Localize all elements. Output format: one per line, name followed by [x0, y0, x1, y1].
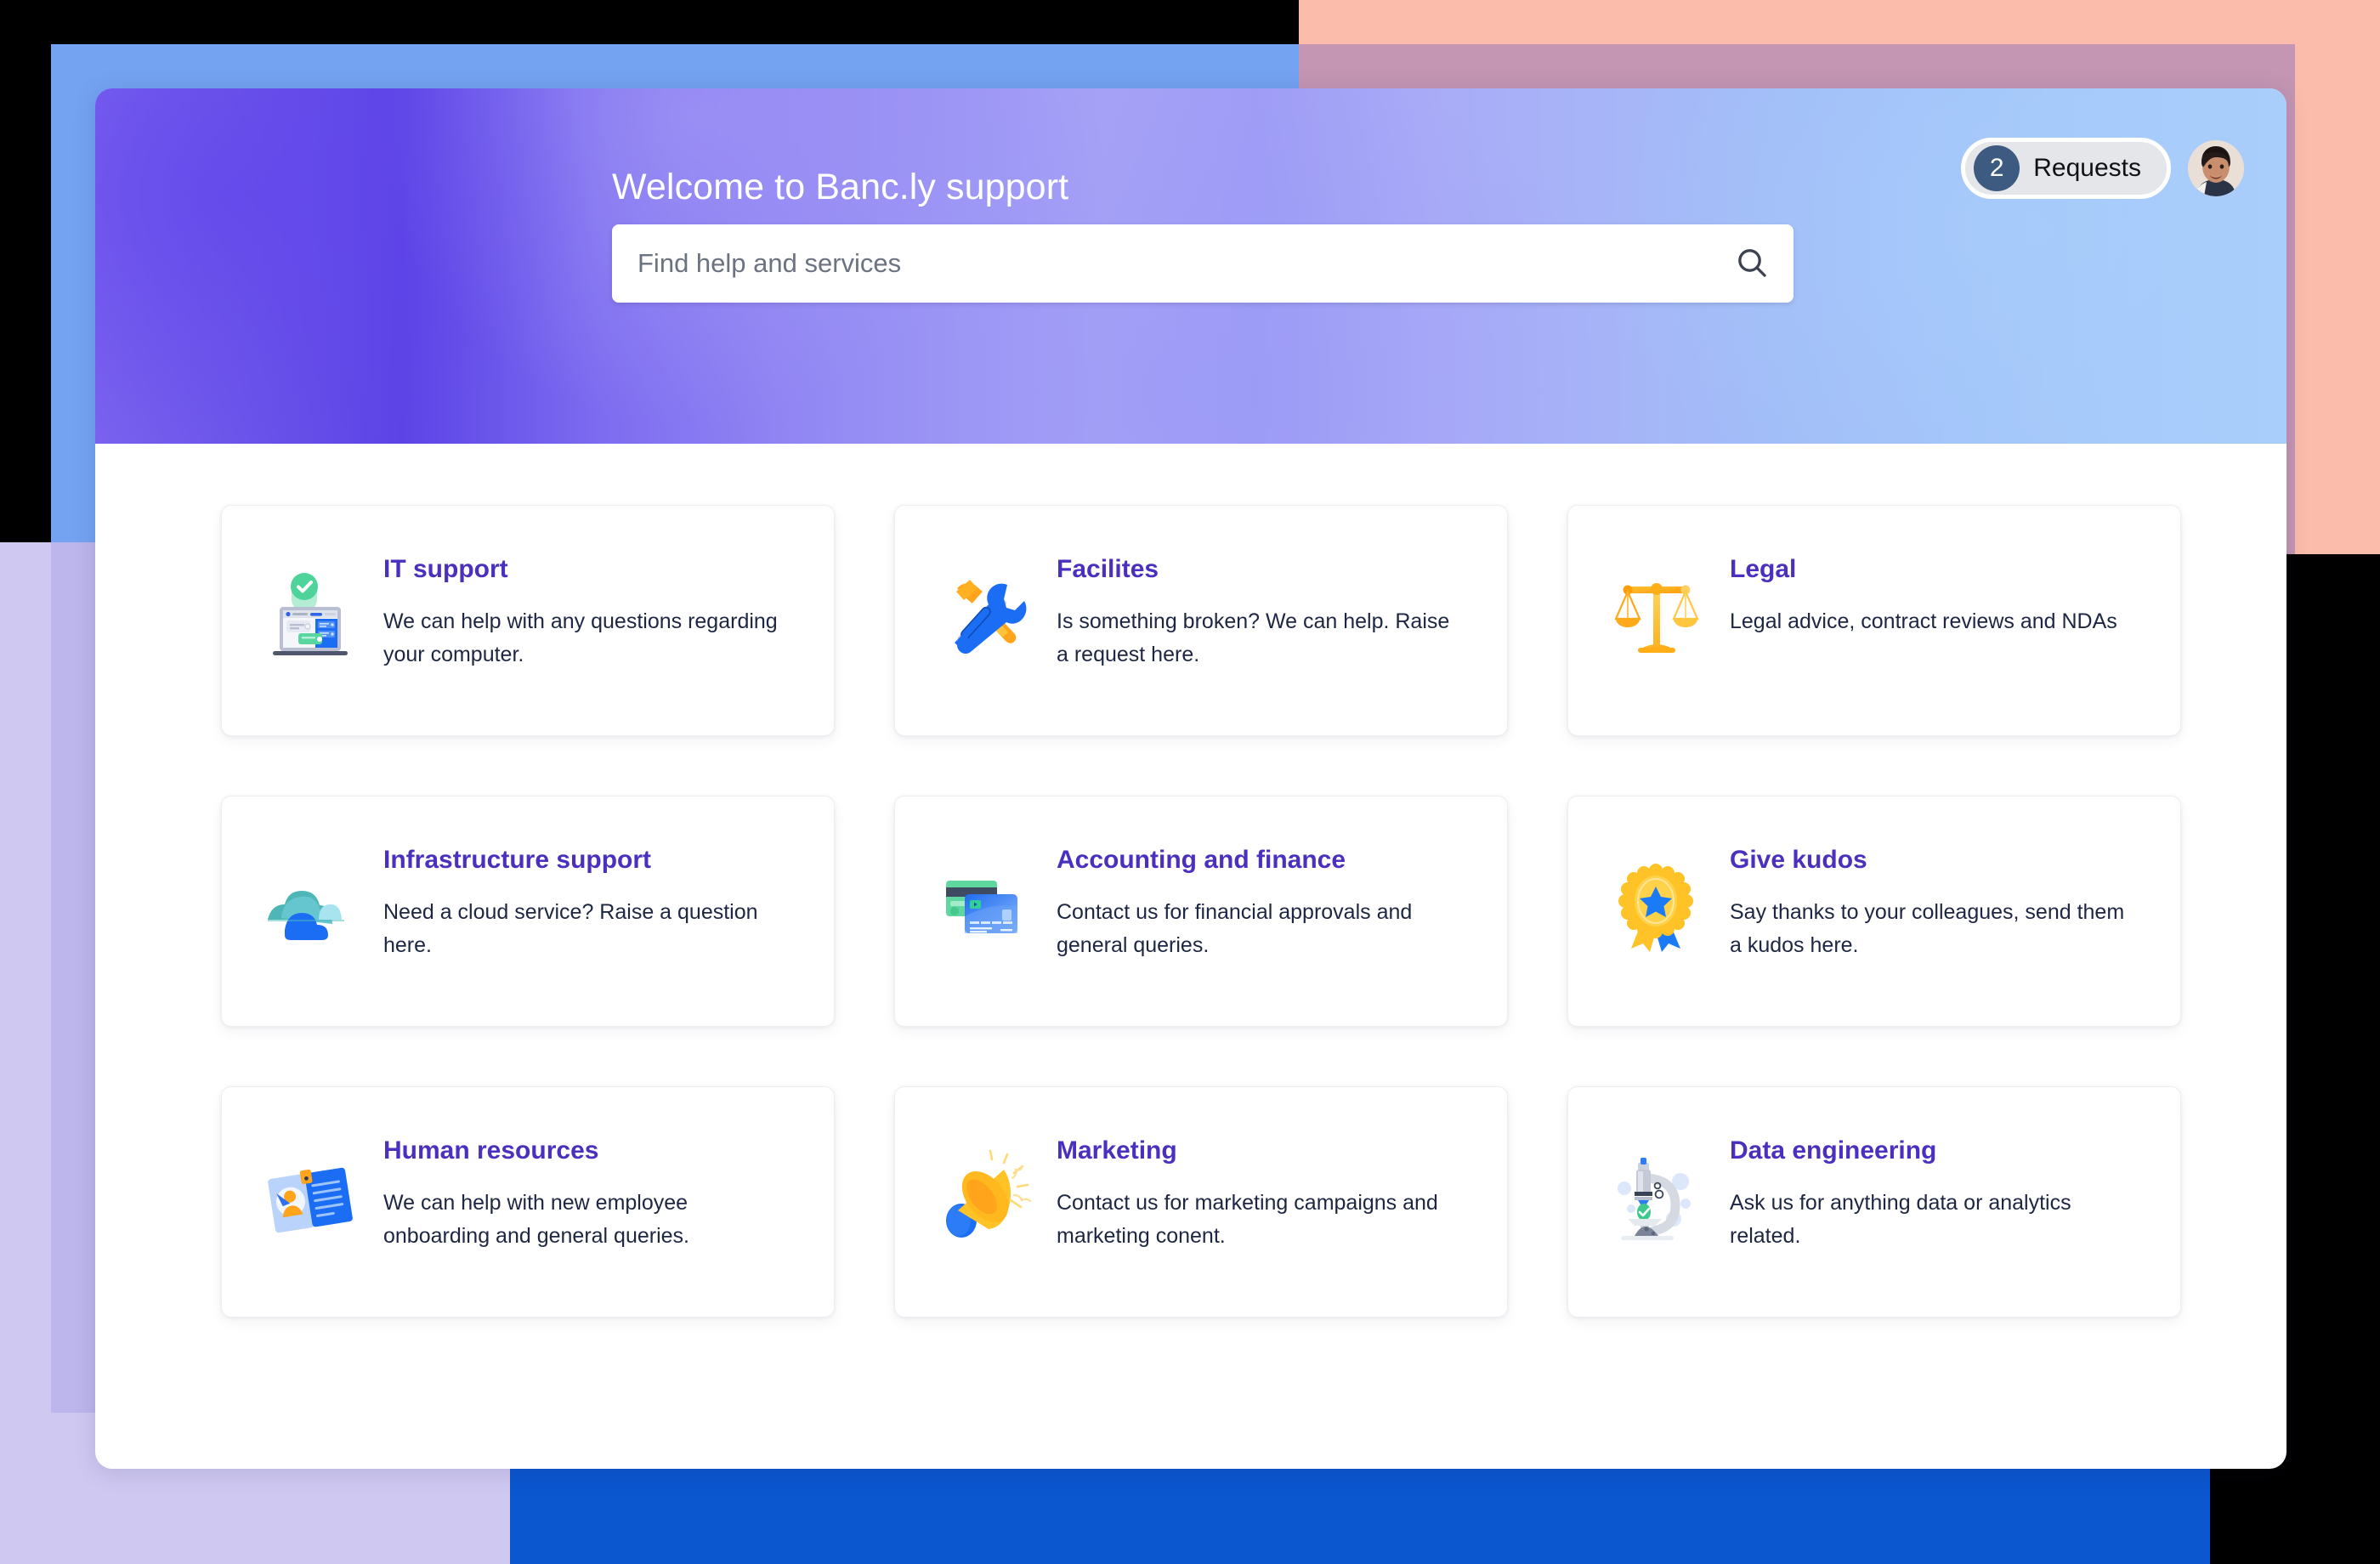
search-button[interactable]	[1727, 224, 1794, 303]
credit-cards-icon	[924, 844, 1043, 972]
service-card-accounting-and-finance[interactable]: Accounting and finance Contact us for fi…	[894, 796, 1508, 1027]
search-input[interactable]	[612, 248, 1727, 279]
card-description: Ask us for anything data or analytics re…	[1730, 1191, 2071, 1248]
card-title: Human resources	[383, 1136, 599, 1164]
service-card-grid: IT support We can help with any question…	[95, 444, 2286, 1318]
card-description: Need a cloud service? Raise a question h…	[383, 900, 758, 957]
award-rosette-icon	[1597, 844, 1716, 972]
requests-label: Requests	[2033, 154, 2141, 182]
service-card-it-support[interactable]: IT support We can help with any question…	[221, 505, 835, 736]
card-description: Is something broken? We can help. Raise …	[1057, 609, 1450, 666]
page-title: Welcome to Banc.ly support	[612, 167, 1069, 207]
card-description: We can help with new employee onboarding…	[383, 1191, 689, 1248]
card-title: Infrastructure support	[383, 846, 652, 874]
service-card-data-engineering[interactable]: Data engineering Ask us for anything dat…	[1567, 1086, 2181, 1318]
requests-count-badge: 2	[1974, 145, 2020, 191]
card-title: Accounting and finance	[1057, 846, 1346, 874]
card-description: Contact us for financial approvals and g…	[1057, 900, 1413, 957]
hero-banner: Welcome to Banc.ly support Find help and…	[95, 88, 2286, 444]
cloud-icon	[251, 844, 370, 972]
support-portal-panel: Welcome to Banc.ly support Find help and…	[95, 88, 2286, 1469]
service-card-facilities[interactable]: Facilites Is something broken? We can he…	[894, 505, 1508, 736]
service-card-infrastructure-support[interactable]: Infrastructure support Need a cloud serv…	[221, 796, 835, 1027]
card-title: Legal	[1730, 555, 1797, 583]
search-bar[interactable]	[612, 224, 1794, 303]
service-card-legal[interactable]: Legal Legal advice, contract reviews and…	[1567, 505, 2181, 736]
card-description: Contact us for marketing campaigns and m…	[1057, 1191, 1438, 1248]
search-icon	[1735, 246, 1769, 282]
card-title: Data engineering	[1730, 1136, 1937, 1164]
card-title: IT support	[383, 555, 508, 583]
card-title: Facilites	[1057, 555, 1159, 583]
avatar-image	[2188, 140, 2244, 196]
card-title: Give kudos	[1730, 846, 1867, 874]
id-badge-clipboard-icon	[251, 1135, 370, 1262]
hero-actions: 2 Requests	[1961, 138, 2244, 199]
card-description: Legal advice, contract reviews and NDAs	[1730, 609, 2117, 633]
service-card-human-resources[interactable]: Human resources We can help with new emp…	[221, 1086, 835, 1318]
megaphone-icon	[924, 1135, 1043, 1262]
card-title: Marketing	[1057, 1136, 1177, 1164]
service-card-marketing[interactable]: Marketing Contact us for marketing campa…	[894, 1086, 1508, 1318]
hammer-wrench-icon	[924, 553, 1043, 681]
service-card-give-kudos[interactable]: Give kudos Say thanks to your colleagues…	[1567, 796, 2181, 1027]
laptop-check-icon	[251, 553, 370, 681]
card-description: Say thanks to your colleagues, send them…	[1730, 900, 2125, 957]
requests-button[interactable]: 2 Requests	[1961, 138, 2171, 199]
page-background: Welcome to Banc.ly support Find help and…	[0, 0, 2380, 1564]
avatar[interactable]	[2188, 140, 2244, 196]
microscope-icon	[1597, 1135, 1716, 1262]
card-description: We can help with any questions regarding…	[383, 609, 778, 666]
balance-scales-icon	[1597, 553, 1716, 681]
